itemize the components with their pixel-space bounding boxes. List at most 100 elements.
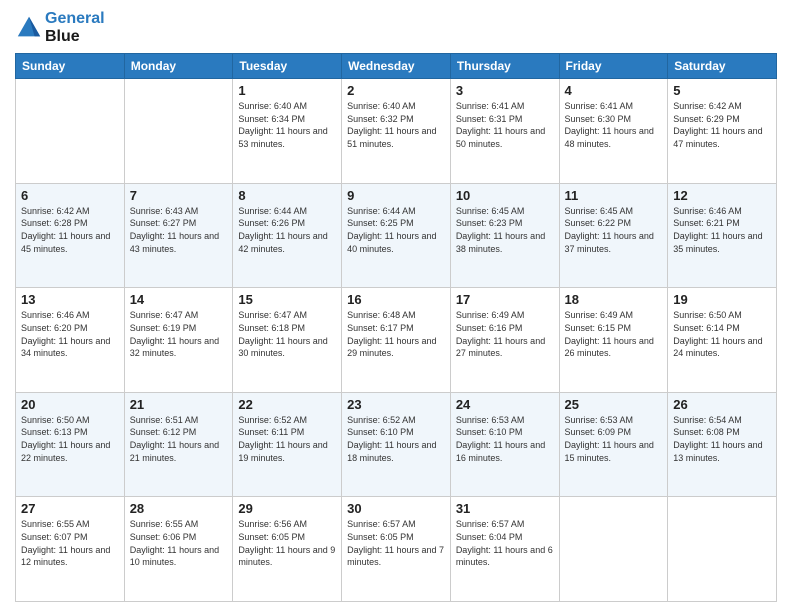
day-number: 24: [456, 397, 554, 412]
day-of-week-header: Tuesday: [233, 54, 342, 79]
calendar-week-row: 27Sunrise: 6:55 AM Sunset: 6:07 PM Dayli…: [16, 497, 777, 602]
calendar-cell: 9 Sunrise: 6:44 AM Sunset: 6:25 PM Daylig…: [342, 183, 451, 288]
day-of-week-header: Thursday: [450, 54, 559, 79]
day-number: 16: [347, 292, 445, 307]
calendar-cell: 3Sunrise: 6:41 AM Sunset: 6:31 PM Daylig…: [450, 79, 559, 184]
calendar-cell: 30 Sunrise: 6:57 AM Sunset: 6:05 PM Dayli…: [342, 497, 451, 602]
day-of-week-header: Friday: [559, 54, 668, 79]
day-info: Sunrise: 6:53 AM Sunset: 6:10 PM Dayligh…: [456, 414, 554, 464]
day-info: Sunrise: 6:47 AM Sunset: 6:18 PM Dayligh…: [238, 309, 336, 359]
day-info: Sunrise: 6:55 AM Sunset: 6:06 PM Dayligh…: [130, 518, 228, 568]
calendar-cell: 29 Sunrise: 6:56 AM Sunset: 6:05 PM Dayli…: [233, 497, 342, 602]
day-number: 14: [130, 292, 228, 307]
calendar-cell: 18Sunrise: 6:49 AM Sunset: 6:15 PM Dayli…: [559, 288, 668, 393]
calendar-cell: 12 Sunrise: 6:46 AM Sunset: 6:21 PM Dayli…: [668, 183, 777, 288]
calendar-week-row: 1 Sunrise: 6:40 AM Sunset: 6:34 PM Daylig…: [16, 79, 777, 184]
calendar-cell: 24 Sunrise: 6:53 AM Sunset: 6:10 PM Dayli…: [450, 392, 559, 497]
day-number: 19: [673, 292, 771, 307]
calendar-cell: [124, 79, 233, 184]
calendar-cell: 15 Sunrise: 6:47 AM Sunset: 6:18 PM Dayli…: [233, 288, 342, 393]
day-number: 18: [565, 292, 663, 307]
calendar-cell: 17Sunrise: 6:49 AM Sunset: 6:16 PM Dayli…: [450, 288, 559, 393]
day-info: Sunrise: 6:50 AM Sunset: 6:13 PM Dayligh…: [21, 414, 119, 464]
day-number: 1: [238, 83, 336, 98]
day-number: 11: [565, 188, 663, 203]
day-number: 10: [456, 188, 554, 203]
day-info: Sunrise: 6:56 AM Sunset: 6:05 PM Dayligh…: [238, 518, 336, 568]
logo-icon: [15, 14, 43, 42]
day-info: Sunrise: 6:45 AM Sunset: 6:22 PM Dayligh…: [565, 205, 663, 255]
calendar-cell: 21 Sunrise: 6:51 AM Sunset: 6:12 PM Dayli…: [124, 392, 233, 497]
day-number: 26: [673, 397, 771, 412]
day-number: 30: [347, 501, 445, 516]
calendar-cell: 13 Sunrise: 6:46 AM Sunset: 6:20 PM Dayli…: [16, 288, 125, 393]
day-number: 23: [347, 397, 445, 412]
calendar-cell: 7 Sunrise: 6:43 AM Sunset: 6:27 PM Daylig…: [124, 183, 233, 288]
calendar-cell: 28 Sunrise: 6:55 AM Sunset: 6:06 PM Dayli…: [124, 497, 233, 602]
calendar-cell: 1 Sunrise: 6:40 AM Sunset: 6:34 PM Daylig…: [233, 79, 342, 184]
calendar-cell: 10 Sunrise: 6:45 AM Sunset: 6:23 PM Dayli…: [450, 183, 559, 288]
day-info: Sunrise: 6:48 AM Sunset: 6:17 PM Dayligh…: [347, 309, 445, 359]
calendar-cell: [16, 79, 125, 184]
calendar-cell: 26 Sunrise: 6:54 AM Sunset: 6:08 PM Dayli…: [668, 392, 777, 497]
day-number: 9: [347, 188, 445, 203]
calendar-week-row: 6 Sunrise: 6:42 AM Sunset: 6:28 PM Daylig…: [16, 183, 777, 288]
calendar-cell: 20 Sunrise: 6:50 AM Sunset: 6:13 PM Dayli…: [16, 392, 125, 497]
day-info: Sunrise: 6:40 AM Sunset: 6:32 PM Dayligh…: [347, 100, 445, 150]
day-info: Sunrise: 6:52 AM Sunset: 6:10 PM Dayligh…: [347, 414, 445, 464]
day-number: 22: [238, 397, 336, 412]
day-info: Sunrise: 6:43 AM Sunset: 6:27 PM Dayligh…: [130, 205, 228, 255]
day-number: 12: [673, 188, 771, 203]
day-info: Sunrise: 6:46 AM Sunset: 6:21 PM Dayligh…: [673, 205, 771, 255]
day-of-week-header: Monday: [124, 54, 233, 79]
calendar-cell: 16 Sunrise: 6:48 AM Sunset: 6:17 PM Dayli…: [342, 288, 451, 393]
day-info: Sunrise: 6:53 AM Sunset: 6:09 PM Dayligh…: [565, 414, 663, 464]
day-info: Sunrise: 6:46 AM Sunset: 6:20 PM Dayligh…: [21, 309, 119, 359]
calendar-header-row: SundayMondayTuesdayWednesdayThursdayFrid…: [16, 54, 777, 79]
day-number: 7: [130, 188, 228, 203]
calendar-cell: 8Sunrise: 6:44 AM Sunset: 6:26 PM Daylig…: [233, 183, 342, 288]
calendar-cell: 27Sunrise: 6:55 AM Sunset: 6:07 PM Dayli…: [16, 497, 125, 602]
day-info: Sunrise: 6:42 AM Sunset: 6:29 PM Dayligh…: [673, 100, 771, 150]
day-info: Sunrise: 6:40 AM Sunset: 6:34 PM Dayligh…: [238, 100, 336, 150]
page: General Blue SundayMondayTuesdayWednesda…: [0, 0, 792, 612]
day-number: 28: [130, 501, 228, 516]
day-number: 25: [565, 397, 663, 412]
calendar-cell: 22 Sunrise: 6:52 AM Sunset: 6:11 PM Dayli…: [233, 392, 342, 497]
day-info: Sunrise: 6:50 AM Sunset: 6:14 PM Dayligh…: [673, 309, 771, 359]
calendar-cell: 2 Sunrise: 6:40 AM Sunset: 6:32 PM Daylig…: [342, 79, 451, 184]
day-info: Sunrise: 6:51 AM Sunset: 6:12 PM Dayligh…: [130, 414, 228, 464]
day-info: Sunrise: 6:49 AM Sunset: 6:16 PM Dayligh…: [456, 309, 554, 359]
calendar-cell: 31 Sunrise: 6:57 AM Sunset: 6:04 PM Dayli…: [450, 497, 559, 602]
day-info: Sunrise: 6:44 AM Sunset: 6:25 PM Dayligh…: [347, 205, 445, 255]
day-info: Sunrise: 6:54 AM Sunset: 6:08 PM Dayligh…: [673, 414, 771, 464]
calendar-table: SundayMondayTuesdayWednesdayThursdayFrid…: [15, 53, 777, 602]
day-number: 20: [21, 397, 119, 412]
day-number: 6: [21, 188, 119, 203]
day-number: 13: [21, 292, 119, 307]
calendar-week-row: 20 Sunrise: 6:50 AM Sunset: 6:13 PM Dayli…: [16, 392, 777, 497]
calendar-cell: 5 Sunrise: 6:42 AM Sunset: 6:29 PM Daylig…: [668, 79, 777, 184]
day-number: 5: [673, 83, 771, 98]
day-number: 29: [238, 501, 336, 516]
day-info: Sunrise: 6:57 AM Sunset: 6:05 PM Dayligh…: [347, 518, 445, 568]
day-number: 15: [238, 292, 336, 307]
day-info: Sunrise: 6:41 AM Sunset: 6:31 PM Dayligh…: [456, 100, 554, 150]
day-info: Sunrise: 6:57 AM Sunset: 6:04 PM Dayligh…: [456, 518, 554, 568]
day-info: Sunrise: 6:42 AM Sunset: 6:28 PM Dayligh…: [21, 205, 119, 255]
header: General Blue: [15, 10, 777, 45]
calendar-cell: [668, 497, 777, 602]
day-number: 4: [565, 83, 663, 98]
day-number: 21: [130, 397, 228, 412]
calendar-cell: 14Sunrise: 6:47 AM Sunset: 6:19 PM Dayli…: [124, 288, 233, 393]
calendar-cell: 23 Sunrise: 6:52 AM Sunset: 6:10 PM Dayli…: [342, 392, 451, 497]
calendar-cell: 6 Sunrise: 6:42 AM Sunset: 6:28 PM Daylig…: [16, 183, 125, 288]
day-info: Sunrise: 6:45 AM Sunset: 6:23 PM Dayligh…: [456, 205, 554, 255]
day-number: 8: [238, 188, 336, 203]
day-info: Sunrise: 6:52 AM Sunset: 6:11 PM Dayligh…: [238, 414, 336, 464]
logo: General Blue: [15, 10, 105, 45]
day-number: 27: [21, 501, 119, 516]
calendar-cell: 25 Sunrise: 6:53 AM Sunset: 6:09 PM Dayli…: [559, 392, 668, 497]
day-number: 31: [456, 501, 554, 516]
day-number: 2: [347, 83, 445, 98]
